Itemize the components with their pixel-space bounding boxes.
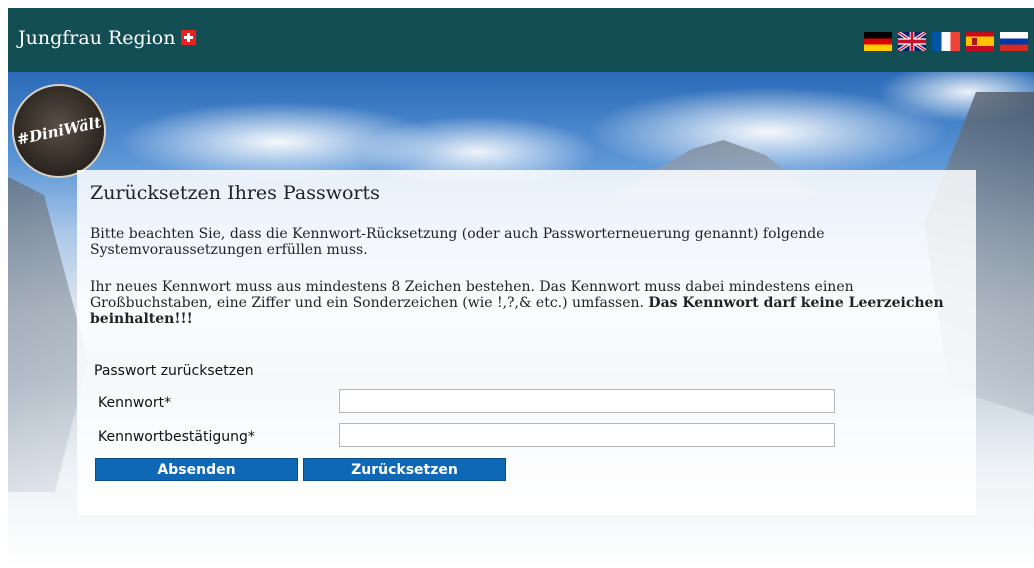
page-title: Zurücksetzen Ihres Passworts [90,182,380,204]
uk-flag-icon[interactable] [897,30,927,53]
brand[interactable]: Jungfrau Region [18,27,197,49]
german-flag-icon[interactable] [864,32,892,51]
password-confirm-input[interactable] [339,423,835,447]
language-switcher [864,30,1028,53]
reset-password-panel: Zurücksetzen Ihres Passworts Bitte beach… [77,170,976,515]
form-heading: Passwort zurücksetzen [94,363,254,379]
logo-text: #DiniWält [15,113,103,149]
brand-name: Jungfrau Region [18,27,176,49]
submit-button[interactable]: Absenden [95,458,298,481]
swiss-flag-icon [181,30,197,45]
top-bar: Jungfrau Region [8,8,1034,72]
info-paragraph: Bitte beachten Sie, dass die Kennwort-Rü… [90,226,825,258]
french-flag-icon[interactable] [932,32,960,51]
requirements-paragraph: Ihr neues Kennwort muss aus mindestens 8… [90,279,950,327]
password-confirm-label: Kennwortbestätigung* [98,429,255,445]
reset-button[interactable]: Zurücksetzen [303,458,506,481]
password-label: Kennwort* [98,395,172,411]
password-input[interactable] [339,389,835,413]
spanish-flag-icon[interactable] [966,32,994,51]
russian-flag-icon[interactable] [1000,32,1028,51]
rock-left [8,162,88,492]
